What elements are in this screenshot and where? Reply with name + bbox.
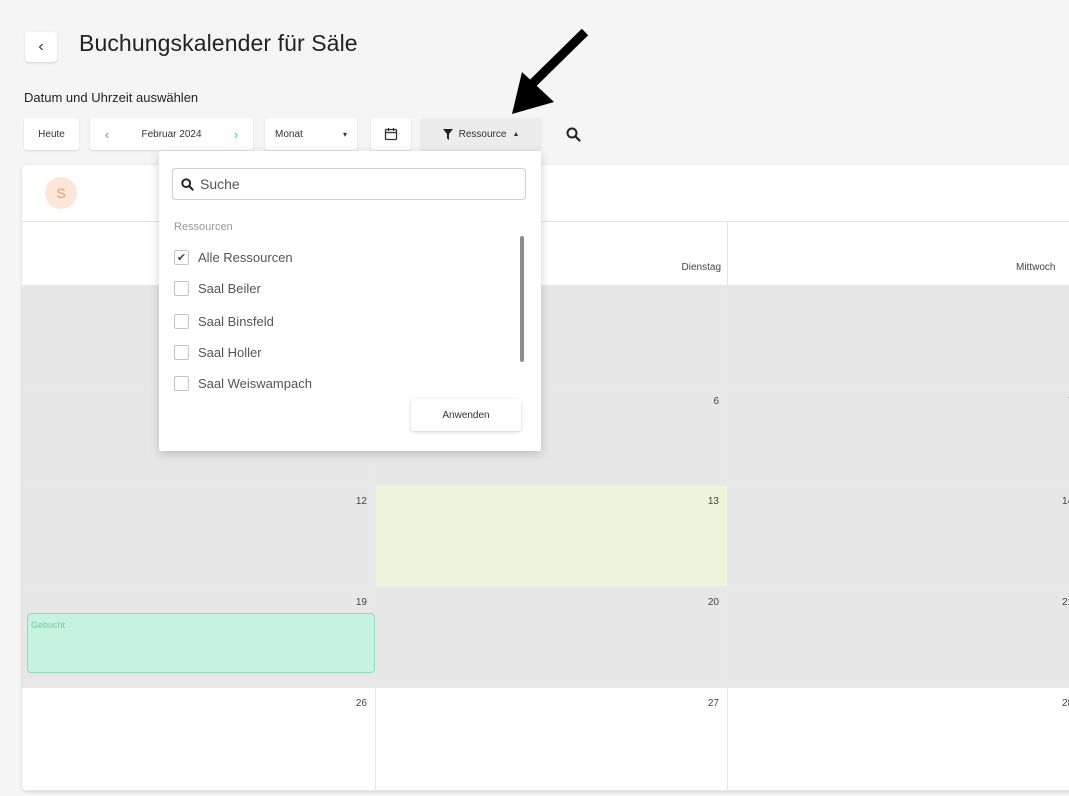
option-label: Saal Weiswampach bbox=[198, 375, 312, 391]
day-number: 21 bbox=[1062, 597, 1069, 608]
page-title: Buchungskalender für Säle bbox=[79, 30, 358, 56]
caret-down-icon: ▾ bbox=[342, 129, 347, 139]
checkbox[interactable] bbox=[174, 313, 189, 329]
resource-option-binsfeld[interactable]: Saal Binsfeld bbox=[174, 311, 274, 331]
weekday-header-3: Mittwoch bbox=[728, 222, 1069, 285]
month-navigator: ‹ Februar 2024 › bbox=[90, 118, 253, 150]
chevron-left-icon: ‹ bbox=[38, 38, 44, 55]
view-label: Monat bbox=[275, 128, 303, 140]
option-label: Saal Binsfeld bbox=[198, 313, 274, 329]
checkbox[interactable] bbox=[174, 280, 189, 296]
event-label: Gebucht bbox=[31, 620, 66, 630]
back-button[interactable]: ‹ bbox=[25, 32, 57, 62]
day-cell[interactable]: 26 bbox=[22, 688, 376, 791]
booking-event[interactable]: Gebucht bbox=[27, 613, 375, 673]
day-cell[interactable]: 27 bbox=[376, 688, 728, 791]
checkbox-checked[interactable]: ✔ bbox=[174, 249, 189, 265]
day-cell[interactable]: 21 bbox=[728, 587, 1069, 688]
checkbox[interactable] bbox=[174, 344, 189, 360]
day-number: 12 bbox=[355, 496, 367, 507]
section-label: Ressourcen bbox=[174, 221, 233, 233]
day-number: 28 bbox=[1062, 698, 1069, 709]
option-label: Saal Beiler bbox=[198, 280, 261, 296]
day-cell[interactable]: 28 bbox=[728, 688, 1069, 791]
search-icon bbox=[566, 127, 581, 142]
resource-option-weiswampach[interactable]: Saal Weiswampach bbox=[174, 373, 312, 393]
day-number: 27 bbox=[707, 698, 719, 709]
day-cell[interactable] bbox=[728, 285, 1069, 386]
resource-label: Ressource bbox=[458, 128, 507, 140]
day-number: 26 bbox=[355, 698, 367, 709]
day-number: 19 bbox=[355, 597, 367, 608]
today-label: Heute bbox=[38, 128, 65, 140]
day-cell-today[interactable]: 13 bbox=[376, 486, 728, 587]
current-month-label: Februar 2024 bbox=[141, 128, 202, 140]
day-cell[interactable]: 7 bbox=[728, 386, 1069, 486]
today-button[interactable]: Heute bbox=[24, 118, 79, 150]
apply-label: Anwenden bbox=[442, 409, 490, 421]
view-select[interactable]: Monat ▾ bbox=[265, 118, 357, 150]
day-cell[interactable]: 19 Gebucht bbox=[22, 587, 376, 688]
option-label: Alle Ressourcen bbox=[198, 249, 293, 265]
resource-option-all[interactable]: ✔ Alle Ressourcen bbox=[174, 247, 293, 267]
day-cell[interactable]: 12 bbox=[22, 486, 376, 587]
day-number: 20 bbox=[707, 597, 719, 608]
resource-search-field[interactable] bbox=[172, 168, 526, 200]
booking-calendar-page: ‹ Buchungskalender für Säle Datum und Uh… bbox=[0, 0, 1069, 796]
date-picker-button[interactable] bbox=[371, 118, 411, 150]
avatar[interactable]: S bbox=[45, 177, 77, 209]
day-cell[interactable]: 20 bbox=[376, 587, 728, 688]
annotation-arrow-icon bbox=[512, 28, 589, 114]
filter-icon bbox=[442, 128, 453, 140]
prev-month-button[interactable]: ‹ bbox=[96, 127, 118, 142]
day-number: 14 bbox=[1062, 496, 1069, 507]
caret-up-icon: ▲ bbox=[512, 130, 520, 138]
dropdown-scrollbar[interactable] bbox=[520, 236, 524, 362]
weekday-label: Dienstag bbox=[681, 262, 721, 273]
resource-filter-dropdown: Ressourcen ✔ Alle Ressourcen Saal Beiler… bbox=[159, 151, 541, 451]
day-number: 6 bbox=[713, 396, 719, 407]
resource-option-beiler[interactable]: Saal Beiler bbox=[174, 278, 261, 298]
search-icon bbox=[181, 177, 194, 191]
resource-option-holler[interactable]: Saal Holler bbox=[174, 342, 262, 362]
weekday-label: Mittwoch bbox=[1016, 262, 1056, 273]
resource-search-input[interactable] bbox=[200, 176, 500, 192]
checkbox[interactable] bbox=[174, 375, 189, 391]
next-month-button[interactable]: › bbox=[225, 127, 247, 142]
subtitle: Datum und Uhrzeit auswählen bbox=[24, 90, 199, 105]
option-label: Saal Holler bbox=[198, 344, 262, 360]
apply-button[interactable]: Anwenden bbox=[411, 399, 521, 431]
day-number: 13 bbox=[707, 496, 719, 507]
day-cell[interactable]: 14 bbox=[728, 486, 1069, 587]
calendar-icon bbox=[384, 128, 398, 141]
